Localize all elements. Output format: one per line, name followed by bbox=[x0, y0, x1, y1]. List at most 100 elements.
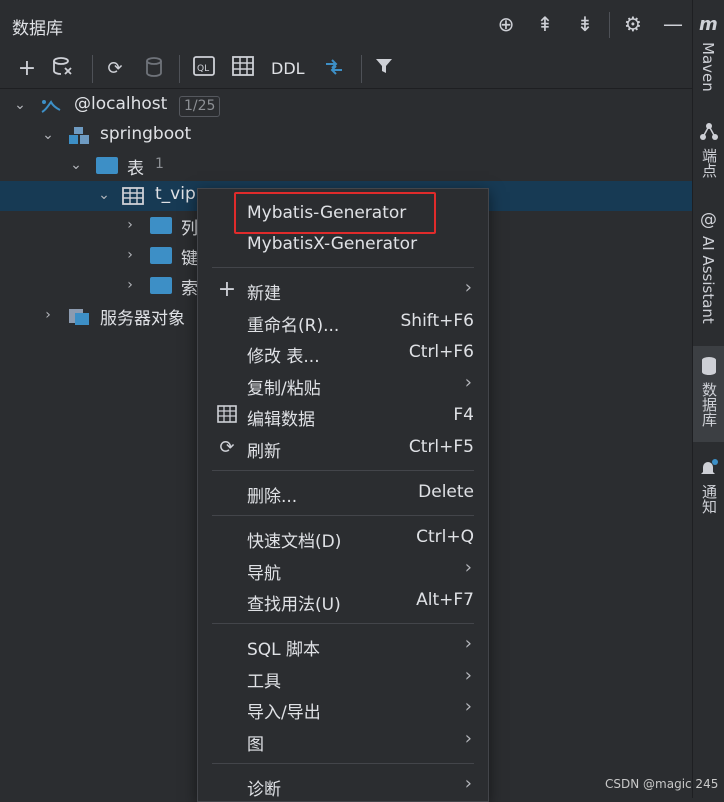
chevron-right-icon: › bbox=[464, 633, 472, 654]
folder-icon bbox=[150, 277, 172, 294]
chevron-down-icon[interactable]: ⌄ bbox=[40, 125, 56, 145]
menu-item-label: 工具 bbox=[247, 672, 281, 692]
menu-item-rename[interactable]: 重命名(R)... Shift+F6 bbox=[198, 307, 488, 337]
columns-label: 列 bbox=[181, 219, 198, 239]
menu-shortcut: Alt+F7 bbox=[416, 590, 474, 610]
tool-window-ai-assistant[interactable]: @ AI Assistant bbox=[693, 210, 724, 330]
menu-item-delete[interactable]: 删除... Delete bbox=[198, 478, 488, 508]
menu-item-diagram[interactable]: 图 › bbox=[198, 726, 488, 756]
endpoints-label: 端点 bbox=[700, 148, 718, 178]
notifications-label: 通知 bbox=[700, 484, 718, 514]
menu-item-label: 删除... bbox=[247, 487, 298, 507]
panel-title: 数据库 bbox=[12, 19, 63, 39]
tool-window-notifications[interactable]: 通知 bbox=[693, 458, 724, 528]
chevron-right-icon: › bbox=[464, 773, 472, 794]
data-source-properties-icon[interactable] bbox=[50, 56, 76, 82]
database-label: 数据库 bbox=[700, 382, 718, 427]
tool-window-endpoints[interactable]: 端点 bbox=[693, 122, 724, 192]
tool-window-database[interactable]: 数据库 bbox=[693, 356, 724, 436]
toolbar-divider bbox=[92, 55, 93, 83]
tables-folder-label: 表 bbox=[127, 159, 144, 179]
chevron-down-icon[interactable]: ⌄ bbox=[12, 95, 28, 115]
menu-item-label: 导航 bbox=[247, 564, 281, 584]
endpoints-icon bbox=[700, 122, 718, 147]
toolbar-divider bbox=[179, 55, 180, 83]
chevron-right-icon[interactable]: › bbox=[122, 275, 138, 295]
filter-icon[interactable] bbox=[371, 56, 397, 82]
folder-icon bbox=[150, 217, 172, 234]
chevron-right-icon: › bbox=[464, 728, 472, 749]
chevron-right-icon[interactable]: › bbox=[122, 215, 138, 235]
chevron-right-icon: › bbox=[464, 696, 472, 717]
menu-item-navigate[interactable]: 导航 › bbox=[198, 555, 488, 585]
keys-label: 键 bbox=[181, 249, 198, 269]
add-icon[interactable]: + bbox=[14, 56, 40, 82]
query-console-icon[interactable]: QL bbox=[191, 56, 217, 82]
menu-item-mybatisx-generator[interactable]: MybatisX-Generator bbox=[198, 230, 488, 260]
menu-item-mybatis-generator[interactable]: Mybatis-Generator bbox=[198, 199, 488, 229]
menu-item-new[interactable]: + 新建 › bbox=[198, 275, 488, 305]
chevron-down-icon[interactable]: ⌄ bbox=[68, 155, 84, 175]
menu-item-copy-paste[interactable]: 复制/粘贴 › bbox=[198, 370, 488, 400]
mysql-icon bbox=[40, 96, 62, 116]
expand-all-icon[interactable]: ⇞ bbox=[533, 12, 557, 36]
menu-item-label: 重命名(R)... bbox=[247, 316, 340, 336]
refresh-icon[interactable]: ⟳ bbox=[102, 56, 128, 82]
menu-shortcut: Ctrl+F6 bbox=[408, 342, 474, 362]
chevron-down-icon[interactable]: ⌄ bbox=[96, 185, 112, 205]
toolbar-divider bbox=[361, 55, 362, 83]
ai-assistant-label: AI Assistant bbox=[699, 236, 717, 324]
server-objects-icon bbox=[68, 306, 90, 326]
indexes-label: 索 bbox=[181, 279, 198, 299]
database-disabled-icon bbox=[141, 56, 167, 82]
tree-node-springboot[interactable]: ⌄ springboot bbox=[0, 121, 692, 151]
tree-node-localhost[interactable]: ⌄ @localhost 1/25 bbox=[0, 91, 692, 121]
menu-item-label: 编辑数据 bbox=[247, 410, 315, 430]
menu-item-tools[interactable]: 工具 › bbox=[198, 663, 488, 693]
right-tool-window-bar: m Maven 端点 @ AI Assistant 数据库 通知 bbox=[692, 0, 724, 798]
menu-item-label: MybatisX-Generator bbox=[247, 234, 418, 254]
chevron-right-icon: › bbox=[464, 277, 472, 298]
menu-item-label: 刷新 bbox=[247, 442, 281, 462]
folder-icon bbox=[150, 247, 172, 264]
menu-item-refresh[interactable]: ⟳ 刷新 Ctrl+F5 bbox=[198, 433, 488, 463]
menu-separator bbox=[212, 470, 474, 471]
menu-shortcut: Delete bbox=[418, 482, 474, 502]
menu-separator bbox=[212, 763, 474, 764]
crosshair-icon[interactable]: ⊕ bbox=[494, 12, 518, 36]
maven-icon: m bbox=[699, 14, 718, 35]
collapse-all-icon[interactable]: ⇟ bbox=[573, 12, 597, 36]
menu-item-label: Mybatis-Generator bbox=[247, 203, 407, 223]
menu-item-modify-table[interactable]: 修改 表... Ctrl+F6 bbox=[198, 338, 488, 368]
menu-shortcut: F4 bbox=[453, 405, 474, 425]
menu-item-import-export[interactable]: 导入/导出 › bbox=[198, 694, 488, 724]
svg-text:QL: QL bbox=[197, 64, 209, 74]
table-view-icon[interactable] bbox=[230, 56, 256, 82]
menu-item-sql-scripts[interactable]: SQL 脚本 › bbox=[198, 631, 488, 661]
menu-item-label: 快速文档(D) bbox=[247, 532, 342, 552]
menu-item-label: 查找用法(U) bbox=[247, 595, 341, 615]
gear-icon[interactable]: ⚙ bbox=[621, 12, 645, 36]
tree-node-tables[interactable]: ⌄ 表 1 bbox=[0, 151, 692, 181]
menu-item-find-usages[interactable]: 查找用法(U) Alt+F7 bbox=[198, 586, 488, 616]
menu-item-label: 新建 bbox=[247, 284, 281, 304]
tool-window-maven[interactable]: m Maven bbox=[693, 14, 724, 104]
host-label: @localhost bbox=[74, 94, 168, 114]
schema-label: springboot bbox=[100, 124, 192, 144]
refresh-icon: ⟳ bbox=[219, 437, 235, 458]
schema-icon bbox=[68, 126, 90, 146]
menu-separator bbox=[212, 515, 474, 516]
compare-icon[interactable] bbox=[321, 56, 347, 82]
menu-item-edit-data[interactable]: 编辑数据 F4 bbox=[198, 401, 488, 431]
ddl-button[interactable]: DDL bbox=[271, 59, 305, 78]
menu-shortcut: Ctrl+F5 bbox=[408, 437, 474, 457]
chevron-right-icon[interactable]: › bbox=[122, 245, 138, 265]
watermark: CSDN @magic 245 bbox=[605, 777, 719, 791]
panel-header: 数据库 ⊕ ⇞ ⇟ ⚙ — bbox=[0, 0, 692, 48]
chevron-right-icon[interactable]: › bbox=[40, 305, 56, 325]
table-icon bbox=[122, 186, 144, 206]
toolbar: + ⟳ QL DDL bbox=[0, 50, 692, 89]
menu-item-diagnostics[interactable]: 诊断 › bbox=[198, 771, 488, 801]
minimize-icon[interactable]: — bbox=[661, 12, 685, 36]
menu-item-quick-doc[interactable]: 快速文档(D) Ctrl+Q bbox=[198, 523, 488, 553]
